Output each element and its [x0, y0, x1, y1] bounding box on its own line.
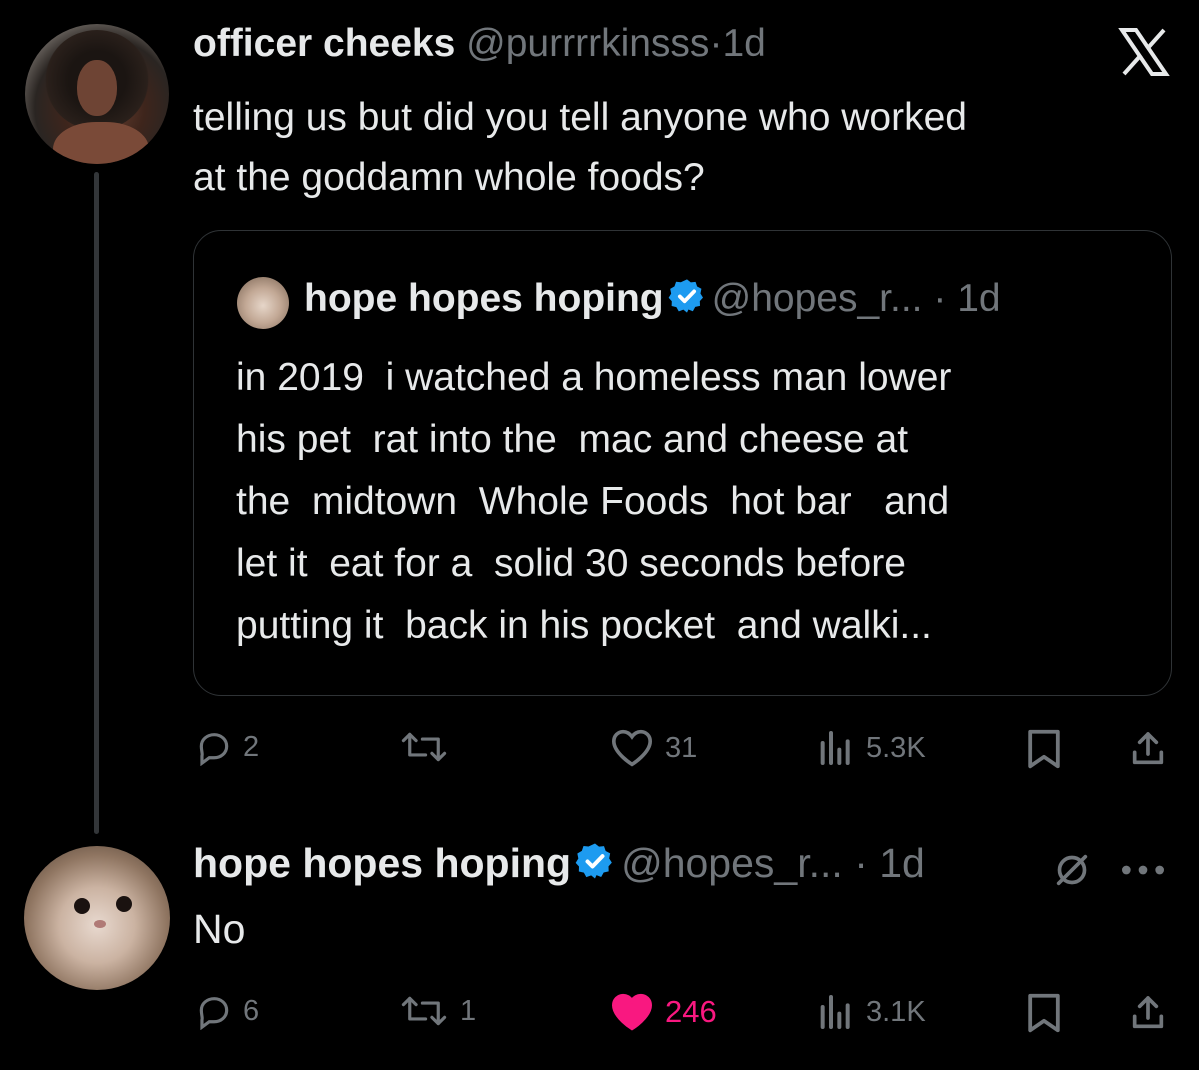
handle[interactable]: @hopes_r... — [621, 840, 843, 886]
tweet-text: telling us but did you tell anyone who w… — [193, 88, 967, 208]
quote-header: hope hopes hoping @hopes_r... · 1d — [304, 277, 1001, 321]
verified-badge-icon — [575, 843, 612, 879]
separator: · — [933, 277, 947, 320]
separator: · — [709, 22, 723, 65]
mute-icon[interactable] — [1052, 850, 1092, 890]
repost-icon — [401, 996, 447, 1026]
like-count: 31 — [665, 731, 698, 764]
reply-count: 6 — [243, 994, 260, 1027]
bookmark-button[interactable] — [1025, 992, 1063, 1034]
bookmark-button[interactable] — [1025, 728, 1063, 770]
views-button[interactable]: 5.3K — [816, 728, 926, 768]
repost-button[interactable] — [398, 728, 460, 766]
quoted-tweet[interactable]: hope hopes hoping @hopes_r... · 1d in 201… — [193, 230, 1172, 696]
quote-avatar — [237, 277, 289, 329]
like-button[interactable]: 31 — [609, 728, 697, 768]
repost-count: 1 — [460, 994, 477, 1027]
separator: · — [854, 840, 868, 886]
bookmark-icon — [1028, 993, 1060, 1033]
like-icon — [611, 729, 653, 767]
views-icon — [820, 731, 850, 765]
views-count: 3.1K — [866, 995, 926, 1028]
tweet-header: hope hopes hoping @hopes_r... · 1d — [193, 840, 925, 887]
views-count: 5.3K — [866, 731, 926, 764]
reply-button[interactable]: 2 — [195, 728, 259, 766]
thread-line — [94, 172, 99, 834]
tweet-text-line: at the goddamn whole foods? — [193, 156, 705, 199]
tweet-header: officer cheeks @purrrrkinsss·1d — [193, 22, 766, 66]
reply-button[interactable]: 6 — [195, 992, 259, 1030]
views-icon — [820, 995, 850, 1029]
timestamp[interactable]: 1d — [722, 22, 765, 65]
like-count: 246 — [665, 994, 717, 1029]
display-name[interactable]: officer cheeks — [193, 22, 455, 65]
tweet-text-line: telling us but did you tell anyone who w… — [193, 96, 967, 139]
share-button[interactable] — [1128, 728, 1168, 770]
quote-handle: @hopes_r... — [711, 277, 923, 320]
avatar[interactable] — [24, 846, 170, 990]
quote-display-name: hope hopes hoping — [304, 277, 664, 320]
tweet-text: No — [193, 906, 246, 952]
like-button[interactable]: 246 — [609, 992, 717, 1032]
x-logo-icon — [1118, 28, 1170, 76]
verified-badge-icon — [668, 279, 703, 313]
reply-count: 2 — [243, 730, 260, 763]
repost-icon — [401, 732, 447, 762]
share-button[interactable] — [1128, 992, 1168, 1034]
share-icon — [1132, 732, 1164, 765]
more-icon[interactable] — [1118, 855, 1168, 885]
reply-icon — [199, 733, 229, 766]
like-icon — [611, 993, 653, 1031]
display-name[interactable]: hope hopes hoping — [193, 840, 571, 886]
avatar[interactable] — [25, 24, 169, 164]
quote-text: in 2019 i watched a homeless man lower h… — [236, 356, 952, 647]
quote-timestamp: 1d — [957, 277, 1001, 320]
repost-button[interactable]: 1 — [398, 992, 476, 1030]
handle[interactable]: @purrrrkinsss — [466, 22, 709, 65]
share-icon — [1132, 996, 1164, 1029]
timestamp[interactable]: 1d — [879, 840, 925, 886]
views-button[interactable]: 3.1K — [816, 992, 926, 1032]
bookmark-icon — [1028, 729, 1060, 769]
reply-icon — [199, 997, 229, 1030]
